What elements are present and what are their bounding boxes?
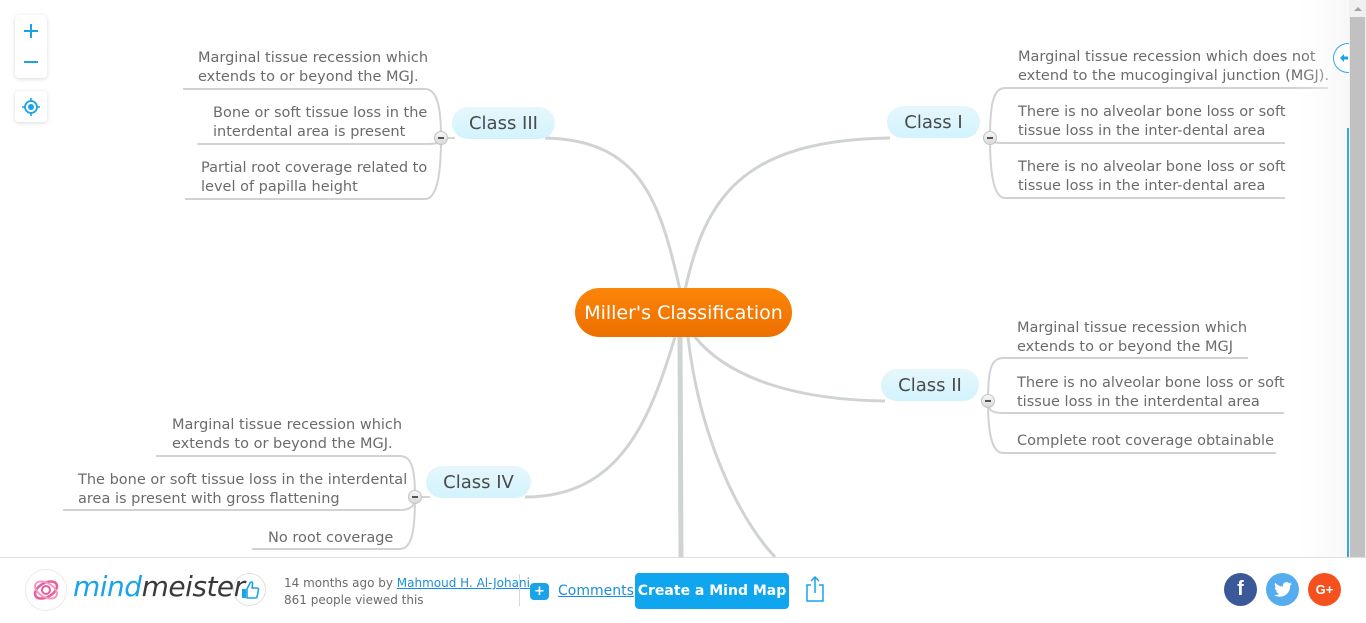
branch-node-class-iv[interactable]: Class IV: [426, 466, 531, 498]
twitter-share-button[interactable]: [1266, 573, 1299, 606]
collapse-toggle-class-ii[interactable]: [981, 394, 995, 408]
collapse-toggle-class-i[interactable]: [983, 131, 997, 145]
facebook-share-button[interactable]: f: [1224, 573, 1257, 606]
leaf-node-class-iii-1[interactable]: Marginal tissue recession which extends t…: [198, 49, 428, 87]
branch-node-class-ii[interactable]: Class II: [881, 369, 979, 401]
minus-icon: [24, 60, 38, 63]
leaf-node-class-i-1[interactable]: Marginal tissue recession which does not…: [1018, 48, 1329, 86]
leaf-node-class-iii-3[interactable]: Partial root coverage related to level of…: [201, 159, 427, 197]
leaf-node-class-iv-3[interactable]: No root coverage: [268, 529, 393, 548]
footer-bar: mindmeister 14 months ago by Mahmoud H. …: [0, 557, 1366, 623]
branch-node-class-i[interactable]: Class I: [887, 106, 980, 138]
share-icon: [806, 575, 824, 602]
connector-root-down-2: [686, 336, 777, 557]
twitter-icon: [1273, 582, 1292, 597]
mind-map-canvas[interactable]: Miller's Classification Class III Margin…: [0, 0, 1349, 557]
facebook-icon: f: [1237, 578, 1244, 600]
author-link[interactable]: Mahmoud H. Al-Johani: [397, 576, 530, 590]
logo-mind: mind: [73, 570, 142, 603]
leaf-node-class-ii-1[interactable]: Marginal tissue recession which extends t…: [1017, 319, 1247, 357]
google-plus-icon: G+: [1315, 582, 1334, 597]
scroll-up-arrow[interactable]: [1349, 0, 1366, 17]
leaf-node-class-iv-1[interactable]: Marginal tissue recession which extends t…: [172, 416, 402, 454]
views-count: 861 people viewed this: [284, 593, 424, 607]
comments-link[interactable]: Comments: [558, 583, 634, 599]
root-node[interactable]: Miller's Classification: [575, 288, 792, 337]
zoom-controls: [15, 15, 47, 78]
crosshair-icon: [22, 97, 40, 116]
time-ago-text: 14 months ago by: [284, 576, 397, 590]
connector-root-class-ii: [693, 336, 886, 403]
leaf-node-class-ii-3[interactable]: Complete root coverage obtainable: [1017, 432, 1274, 451]
add-comment-icon[interactable]: +: [530, 583, 549, 600]
connector-root-down-1: [677, 336, 684, 557]
create-mind-map-button[interactable]: Create a Mind Map: [635, 573, 789, 609]
scrollbar-thumb[interactable]: [1350, 17, 1365, 557]
footer-divider: [519, 574, 520, 606]
share-button[interactable]: [804, 575, 826, 603]
leaf-node-class-iv-2[interactable]: The bone or soft tissue loss in the inte…: [78, 471, 407, 509]
zoom-in-button[interactable]: [15, 15, 47, 46]
google-plus-share-button[interactable]: G+: [1308, 573, 1341, 606]
map-meta: 14 months ago by Mahmoud H. Al-Johani 86…: [284, 575, 530, 609]
leaf-node-class-ii-2[interactable]: There is no alveolar bone loss or soft ti…: [1017, 374, 1285, 412]
vertical-scrollbar[interactable]: [1349, 0, 1366, 557]
branch-node-class-iii[interactable]: Class III: [452, 107, 555, 139]
center-map-button[interactable]: [15, 91, 47, 122]
zoom-out-button[interactable]: [15, 46, 47, 77]
like-button[interactable]: [233, 573, 266, 606]
plus-icon: [24, 23, 38, 38]
mindmeister-logo-icon[interactable]: [25, 569, 67, 611]
connector-root-class-iv: [524, 336, 677, 499]
connector-root-class-iii: [544, 136, 682, 291]
logo-meister: meister: [141, 570, 246, 603]
thumbs-up-icon: [241, 580, 259, 599]
collapse-toggle-class-iv[interactable]: [408, 490, 422, 504]
collapse-toggle-class-iii[interactable]: [434, 131, 448, 145]
mindmeister-logo-text[interactable]: mindmeister: [73, 570, 245, 603]
arrow-left-icon: [1339, 54, 1348, 62]
leaf-node-class-i-3[interactable]: There is no alveolar bone loss or soft ti…: [1018, 158, 1286, 196]
leaf-node-class-iii-2[interactable]: Bone or soft tissue loss in the interdent…: [213, 104, 427, 142]
leaf-node-class-i-2[interactable]: There is no alveolar bone loss or soft ti…: [1018, 103, 1286, 141]
connector-root-class-i: [683, 136, 891, 291]
